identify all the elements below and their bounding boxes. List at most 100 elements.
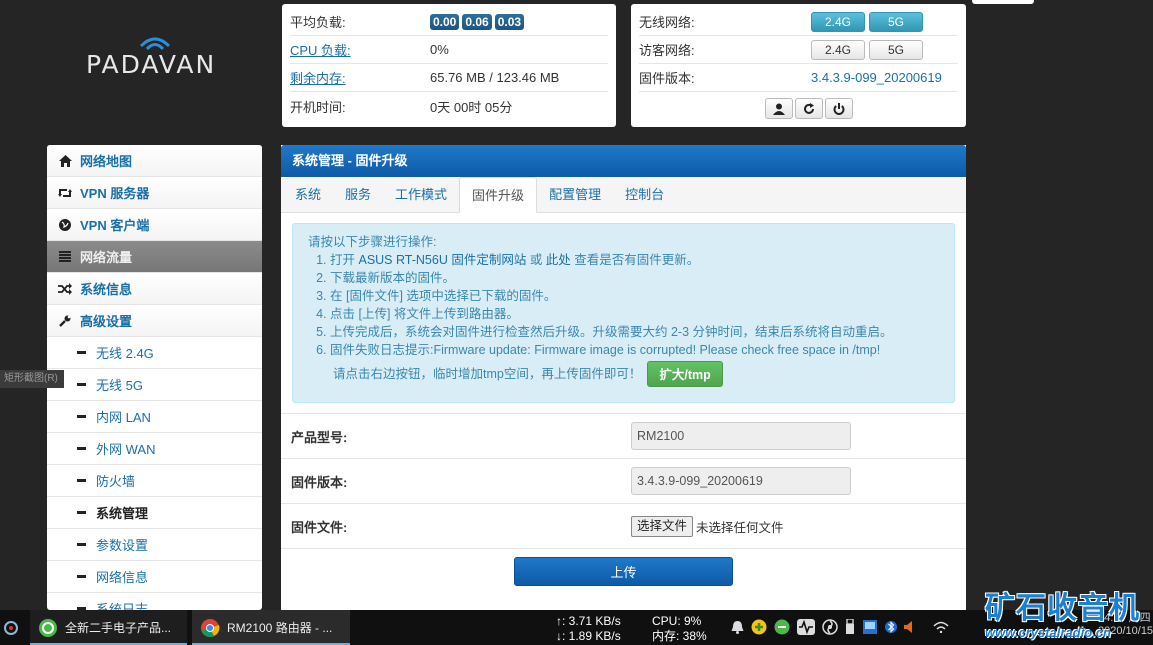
wireless-5g-button[interactable]: 5G [869,11,923,32]
cpu-row: CPU 负载: 0% [290,36,608,64]
logo-text: PADAVAN [86,50,217,79]
sidebar-item-traffic[interactable]: 网络流量 [47,241,262,273]
taskbar-app-label: RM2100 路由器 - ... [227,621,333,635]
start-icon [4,620,18,635]
sidebar-item-label: 高级设置 [80,314,133,329]
no-file-text: 未选择任何文件 [696,520,784,535]
sidebar-sub-system-log[interactable]: 系统日志 [47,593,262,610]
load-values: 0.00 0.06 0.03 [430,13,527,30]
globe-icon [58,218,72,232]
sidebar-sub-parameters[interactable]: 参数设置 [47,529,262,561]
reboot-button[interactable] [794,98,823,119]
user-icon [772,103,785,115]
file-row: 固件文件: 选择文件 未选择任何文件 [281,503,966,548]
instructions-box: 请按以下步骤进行操作: 打开 ASUS RT-N56U 固件定制网站 或 此处 … [292,223,955,403]
usb-drive-icon[interactable] [845,619,855,635]
guest-5g-button[interactable]: 5G [869,39,923,60]
step-text: 或 [526,253,546,267]
sidebar-sub-wireless-5g[interactable]: 无线 5G [47,369,262,401]
sidebar-sub-administration[interactable]: 系统管理 [47,497,262,529]
refresh-icon [803,102,814,114]
sidebar-sub-label: 无线 2.4G [96,346,154,361]
watermark-title: 矿石收音机 [985,591,1140,626]
sidebar-item-label: VPN 服务器 [80,186,150,201]
dash-icon [77,415,86,418]
sidebar-item-vpn-server[interactable]: VPN 服务器 [47,177,262,209]
dash-icon [77,543,86,546]
wifi-icon[interactable] [933,621,949,633]
bluetooth-icon[interactable] [885,619,897,635]
user-button[interactable] [764,98,793,119]
version-row: 固件版本: 3.4.3.9-099_20200619 [281,458,966,503]
tab-config-management[interactable]: 配置管理 [537,177,613,212]
watermark-logo: 矿石收音机 www.crystalradio.cn [985,583,1153,645]
free-mem-value: 65.76 MB / 123.46 MB [430,70,560,85]
guest-2g-button[interactable]: 2.4G [811,39,865,60]
fw-label: 固件版本: [639,71,695,86]
bell-icon[interactable] [731,620,744,634]
action-buttons [639,92,958,119]
load-15min: 0.03 [494,13,525,30]
taskbar-app-router[interactable]: RM2100 路由器 - ... [192,610,350,645]
green-app-icon[interactable] [774,619,790,635]
dash-icon [77,511,86,514]
upload-button[interactable]: 上传 [514,557,733,586]
sidebar-item-system-info[interactable]: 系统信息 [47,273,262,305]
expand-hint: 请点击右边按钮，临时增加tmp空间，再上传固件即可！ [333,367,642,381]
sidebar-item-network-map[interactable]: 网络地图 [47,145,262,177]
tab-services[interactable]: 服务 [333,177,383,212]
load-row: 平均负载: 0.00 0.06 0.03 [290,8,608,36]
sidebar-sub-wan[interactable]: 外网 WAN [47,433,262,465]
upload-row: 上传 [281,548,966,586]
sidebar-item-label: 系统信息 [80,282,133,297]
sidebar-item-label: VPN 客户端 [80,218,150,233]
instructions-list: 打开 ASUS RT-N56U 固件定制网站 或 此处 查看是否有固件更新。 下… [308,251,954,359]
sidebar-sub-label: 无线 5G [96,378,143,393]
tab-console[interactable]: 控制台 [613,177,676,212]
wifi-wave-icon [139,37,171,50]
mem-row: 剩余内存: 65.76 MB / 123.46 MB [290,64,608,92]
firmware-site-link[interactable]: ASUS RT-N56U 固件定制网站 [358,253,526,267]
version-label: 固件版本: [291,474,348,490]
main-panel: 系统管理 - 固件升级 系统 服务 工作模式 固件升级 配置管理 控制台 请按以… [281,145,966,610]
tab-system[interactable]: 系统 [283,177,333,212]
sidebar-sub-network-info[interactable]: 网络信息 [47,561,262,593]
tab-firmware-upgrade[interactable]: 固件升级 [459,177,538,213]
shutdown-button[interactable] [824,98,853,119]
expand-tmp-button[interactable]: 扩大/tmp [647,361,723,387]
uptime-label: 开机时间: [290,99,346,115]
choose-file-button[interactable]: 选择文件 [631,515,694,537]
dash-icon [77,383,86,386]
sidebar-nav: 网络地图 VPN 服务器 VPN 客户端 网络流量 系统信息 高级设置 无线 2… [47,145,262,610]
plus-badge-icon[interactable] [751,619,767,635]
free-mem-link[interactable]: 剩余内存: [290,68,430,87]
chrome-icon [201,618,220,637]
sidebar-sub-wireless-24g[interactable]: 无线 2.4G [47,337,262,369]
fw-version-link[interactable]: 3.4.3.9-099_20200619 [811,70,942,85]
model-field: RM2100 [631,422,851,450]
here-link[interactable]: 此处 [546,253,571,267]
step-text: 查看是否有固件更新。 [570,253,700,267]
taskbar-app-shop[interactable]: 全新二手电子产品... [30,610,187,645]
sidebar-sub-label: 内网 LAN [96,410,151,425]
network-speed: ↑: 3.71 KB/s ↓: 1.89 KB/s [556,614,621,644]
start-button[interactable] [0,610,22,645]
sidebar-item-advanced[interactable]: 高级设置 [47,305,262,337]
monitor-icon[interactable] [862,619,878,635]
sidebar-sub-firewall[interactable]: 防火墙 [47,465,262,497]
sidebar-sub-label: 网络信息 [96,570,149,585]
cpu-load-link[interactable]: CPU 负载: [290,40,430,59]
sidebar-sub-lan[interactable]: 内网 LAN [47,401,262,433]
instructions-intro: 请按以下步骤进行操作: [308,235,437,249]
uptime-row: 开机时间: 0天 00时 05分 [290,92,608,120]
wireless-2g-button[interactable]: 2.4G [811,11,865,32]
taskbar: 全新二手电子产品... RM2100 路由器 - ... ↑: 3.71 KB/… [0,610,1153,645]
sidebar-item-vpn-client[interactable]: VPN 客户端 [47,209,262,241]
speaker-icon[interactable] [904,620,916,634]
page-title: 系统管理 - 固件升级 [281,145,966,177]
activity-icon[interactable] [797,619,815,635]
wrench-icon [58,314,72,328]
home-icon [58,154,72,168]
tab-operation-mode[interactable]: 工作模式 [383,177,459,212]
fan-icon[interactable] [822,619,838,635]
